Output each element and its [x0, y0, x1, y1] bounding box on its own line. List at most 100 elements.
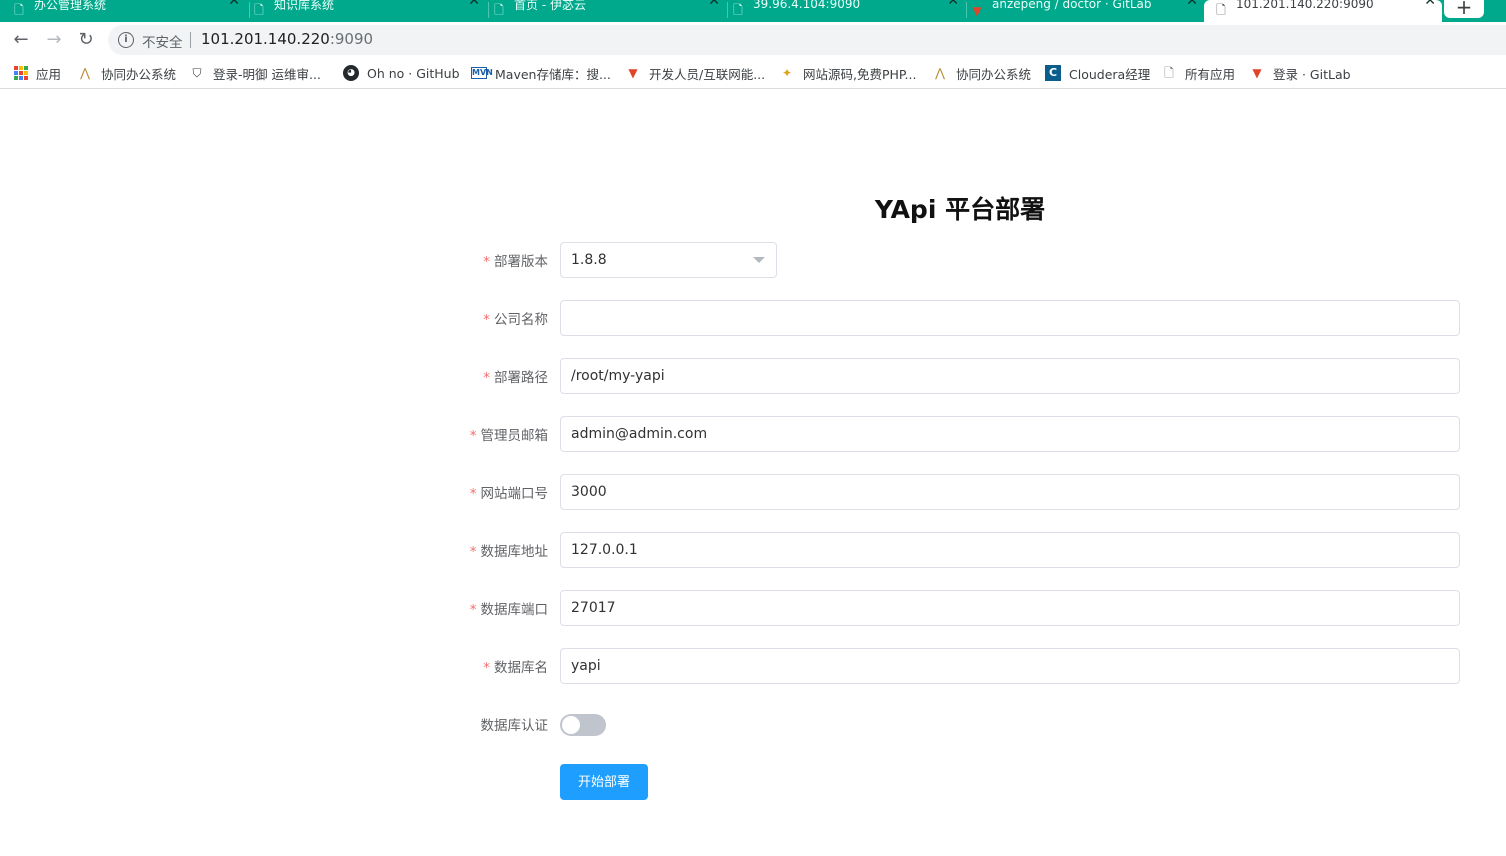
tab-title: 39.96.4.104:9090 [753, 0, 861, 11]
company-name-input[interactable] [560, 300, 1460, 336]
page-icon: 🗋 [494, 2, 504, 17]
form-row-version: * 部署版本 1.8.8 [440, 242, 1470, 278]
divider [190, 32, 191, 48]
bookmark-label: 登录-明御 运维审... [213, 66, 321, 82]
info-icon[interactable]: i [118, 32, 134, 48]
bookmark-gitlab-login[interactable]: ▼ 登录 · GitLab [1249, 64, 1351, 82]
bookmark-apps[interactable]: 应用 [14, 64, 61, 82]
page-icon: 🗋 [254, 2, 264, 17]
version-select[interactable]: 1.8.8 [560, 242, 777, 278]
bookmark-developer[interactable]: ▼ 开发人员/互联网能... [625, 64, 765, 82]
bookmark-label: 应用 [36, 66, 62, 82]
required-star: * [469, 544, 477, 560]
bookmark-all-apps[interactable]: 🗋 所有应用 [1161, 64, 1235, 82]
page-icon: 🗋 [1216, 2, 1226, 17]
caret-down-icon[interactable] [753, 257, 765, 263]
bookmark-cloudera[interactable]: C Cloudera经理 [1045, 64, 1150, 82]
page-icon: 🗋 [14, 2, 24, 17]
bookmarks-bar: 应用 ⋀ 协同办公系统 ⛉ 登录-明御 运维审... ◕ Oh no · Git… [0, 58, 1506, 89]
form-row-db-port: * 数据库端口 [440, 590, 1470, 626]
bookmark-github[interactable]: ◕ Oh no · GitHub [343, 64, 460, 82]
bee-icon: ✦ [781, 66, 793, 80]
bookmark-office-system-2[interactable]: ⋀ 协同办公系统 [932, 64, 1031, 82]
field-label: * 数据库名 [483, 660, 548, 676]
browser-toolbar: ← → ↻ i 不安全 101.201.140.220:9090 [0, 22, 1506, 58]
url-host: 101.201.140.220 [201, 30, 330, 48]
field-label: * 部署版本 [483, 254, 548, 270]
toggle-knob [562, 716, 580, 734]
close-icon[interactable]: ✕ [1424, 0, 1436, 9]
admin-email-input[interactable] [560, 416, 1460, 452]
security-label[interactable]: 不安全 [142, 31, 183, 51]
field-label: * 数据库端口 [469, 602, 548, 618]
field-label: 数据库认证 [480, 718, 549, 734]
field-label: * 管理员邮箱 [469, 428, 548, 444]
field-label: * 网站端口号 [469, 486, 548, 502]
required-star: * [469, 486, 477, 502]
gitlab-icon: ▼ [1252, 66, 1262, 80]
gitlab-icon: ▼ [628, 66, 638, 80]
tab-title: 办公管理系统 [34, 0, 107, 12]
bookmark-label: 开发人员/互联网能... [649, 66, 766, 82]
tab-knowledge[interactable]: 🗋 知识库系统 ✕ [252, 0, 486, 22]
tab-ip-host[interactable]: 🗋 39.96.4.104:9090 ✕ [731, 0, 965, 22]
db-auth-toggle[interactable] [560, 714, 606, 736]
tab-gitlab[interactable]: ▼ anzepeng / doctor · GitLab ✕ [970, 0, 1204, 22]
start-deploy-button[interactable]: 开始部署 [560, 764, 648, 800]
close-icon[interactable]: ✕ [468, 0, 480, 9]
bookmark-label: Cloudera经理 [1069, 66, 1151, 82]
form-row-company: * 公司名称 [440, 300, 1470, 336]
tab-title: anzepeng / doctor · GitLab [992, 0, 1152, 11]
bookmark-label: Maven存储库：搜... [495, 66, 611, 82]
url-text[interactable]: 101.201.140.220:9090 [201, 30, 373, 48]
form-row-db-name: * 数据库名 [440, 648, 1470, 684]
cloudera-icon: C [1045, 65, 1061, 81]
page-icon: 🗋 [733, 2, 743, 17]
bookmark-maven[interactable]: MVN Maven存储库：搜... [471, 64, 611, 82]
address-bar[interactable]: i 不安全 101.201.140.220:9090 [108, 25, 1506, 55]
bookmark-php-source[interactable]: ✦ 网站源码,免费PHP... [779, 64, 916, 82]
required-star: * [469, 602, 477, 618]
close-icon[interactable]: ✕ [947, 0, 959, 9]
page-icon: 🗋 [1164, 66, 1174, 80]
page-title: YApi 平台部署 [874, 195, 1046, 224]
db-port-input[interactable] [560, 590, 1460, 626]
bamboo-icon: ⋀ [80, 66, 90, 80]
bookmark-office-system[interactable]: ⋀ 协同办公系统 [77, 64, 176, 82]
tab-title: 101.201.140.220:9090 [1236, 0, 1374, 11]
new-tab-button[interactable]: + [1444, 0, 1484, 18]
tab-separator [488, 2, 489, 18]
tab-homepage[interactable]: 🗋 首页 - 伊苾云 ✕ [492, 0, 726, 22]
db-host-input[interactable] [560, 532, 1460, 568]
reload-icon[interactable]: ↻ [74, 28, 98, 52]
field-label: * 公司名称 [483, 312, 548, 328]
field-label: * 部署路径 [483, 370, 548, 386]
bookmark-label: 协同办公系统 [101, 66, 177, 82]
bamboo-icon: ⋀ [935, 66, 945, 80]
close-icon[interactable]: ✕ [1186, 0, 1198, 9]
required-star: * [483, 370, 490, 386]
bookmark-label: 所有应用 [1185, 66, 1236, 82]
tab-yapi-active[interactable]: 🗋 101.201.140.220:9090 ✕ [1204, 0, 1442, 22]
github-icon: ◕ [343, 65, 359, 81]
bookmark-mingyu-login[interactable]: ⛉ 登录-明御 运维审... [189, 64, 321, 82]
apps-grid-icon [14, 66, 28, 80]
forward-icon[interactable]: → [42, 28, 66, 52]
tab-title: 知识库系统 [274, 0, 335, 12]
required-star: * [483, 660, 490, 676]
tab-office[interactable]: 🗋 办公管理系统 ✕ [12, 0, 246, 22]
field-label: * 数据库地址 [469, 544, 548, 560]
db-name-input[interactable] [560, 648, 1460, 684]
tab-separator [966, 2, 967, 18]
required-star: * [483, 312, 490, 328]
form-row-db-host: * 数据库地址 [440, 532, 1470, 568]
close-icon[interactable]: ✕ [708, 0, 720, 9]
close-icon[interactable]: ✕ [228, 0, 240, 9]
bookmark-label: Oh no · GitHub [367, 65, 460, 81]
tab-title: 首页 - 伊苾云 [514, 0, 586, 12]
deploy-path-input[interactable] [560, 358, 1460, 394]
bookmark-label: 登录 · GitLab [1273, 66, 1351, 82]
back-icon[interactable]: ← [9, 28, 33, 52]
site-port-input[interactable] [560, 474, 1460, 510]
tab-strip: 🗋 办公管理系统 ✕ 🗋 知识库系统 ✕ 🗋 首页 - 伊苾云 ✕ 🗋 39.9… [0, 0, 1506, 22]
